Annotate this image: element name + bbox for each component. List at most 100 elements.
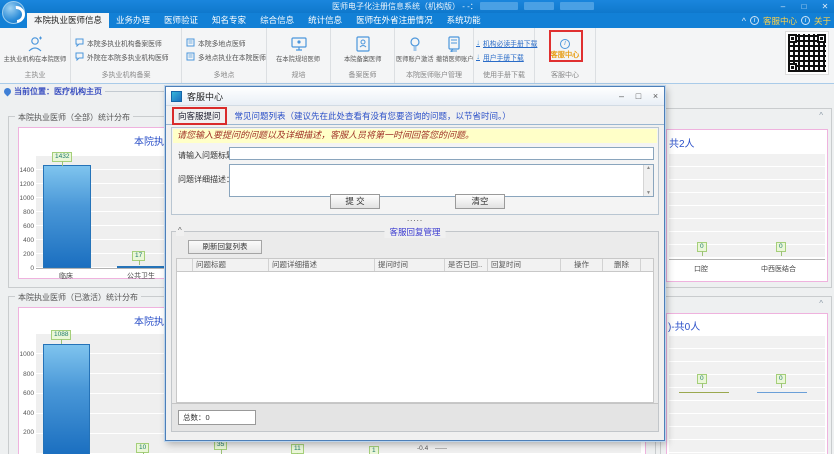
ribbon-group-label: 规培 [267,71,330,83]
ribbon-item-activate-account[interactable]: 医师账户激活 [395,28,435,71]
dialog-maximize-button[interactable]: □ [630,88,647,105]
axis-fragment [435,448,447,449]
question-desc-textarea[interactable]: ▲ ▼ [229,164,654,197]
menu-tab-verification[interactable]: 医师验证 [157,13,205,28]
menu-tab-statistics[interactable]: 统计信息 [301,13,349,28]
splitter-dots[interactable]: ..... [166,215,664,223]
service-center-link[interactable]: 客服中心 [763,15,797,27]
redacted-text-block [560,2,594,10]
value-label: 0 [697,242,707,252]
qr-code [785,31,829,75]
window-minimize-button[interactable]: – [774,0,792,13]
col-question-title: 问题标题 [193,259,269,271]
cloud-download-icon: ↓ [476,38,480,47]
ribbon-item-external-multi-practice[interactable]: 外院在本院多执业机构医师 [75,52,181,62]
dialog-icon [171,91,182,102]
value-label: 11 [291,444,304,454]
collapse-chevron-icon[interactable]: ^ [819,300,823,308]
ribbon-group-label: 主执业 [0,71,70,83]
scroll-up-icon[interactable]: ▲ [646,165,651,171]
breadcrumb: 当前位置：医疗机构主页 [4,86,165,97]
reply-footer: 总数：0 [172,403,658,431]
ribbon-group-account-management: 医师账户激活 撤销医师账户 本院医师账户管理 [395,28,474,83]
groupbox-legend: 本院执业医师（已激活）统计分布 [15,292,141,303]
chart-by-category: 共2人 0 0 口腔 中西医结合 [666,129,828,282]
submit-button[interactable]: 提 交 [330,194,380,209]
tab-faq-list[interactable]: 常见问题列表（建议先在此处查看有没有您要咨询的问题，以节省时间。） [235,110,511,122]
y-tick: 400 [19,410,34,417]
ribbon-group-multi-site: 本院多地点医师 多地点执业在本院医师 多地点 [182,28,267,83]
dialog-minimize-button[interactable]: – [613,88,630,105]
series-line-olive [679,392,729,393]
list-doc-icon [186,52,195,61]
y-tick: 1000 [19,351,34,358]
tab-ask-service[interactable]: 向客服提问 [172,107,227,125]
menu-tab-experts[interactable]: 知名专家 [205,13,253,28]
menu-tab-business[interactable]: 业务办理 [109,13,157,28]
col-answered: 是否已回.. [445,259,488,271]
value-label: 0 [697,374,707,384]
about-link[interactable]: 关于 [814,15,831,27]
y-tick: 800 [19,209,34,216]
ribbon-item-primary-practice-physicians[interactable]: 主执业机构在本院医师 [0,28,70,71]
ribbon-link-institution-manual[interactable]: ↓ 机构必读手册下载 [476,38,537,48]
y-tick: 600 [19,390,34,397]
collapse-chevron-icon[interactable]: ^ [176,226,184,236]
ribbon-group-label: 使用手册下载 [474,71,534,83]
redacted-text-block [480,2,518,10]
bar-public-health [117,266,165,268]
window-close-button[interactable]: ✕ [816,0,834,13]
menu-tab-system[interactable]: 系统功能 [440,13,488,28]
monitor-person-icon [290,36,308,52]
bulb-icon [408,36,422,52]
ribbon-group-label: 多地点 [182,71,266,83]
scroll-down-icon[interactable]: ▼ [646,190,651,196]
category-label: 公共卫生 [127,271,155,281]
y-tick-fragment: -0.4 [417,445,428,452]
clear-button[interactable]: 清空 [455,194,505,209]
window-title: 医师电子化注册信息系统（机构版） - -： [332,1,478,12]
ribbon-item-multi-site-in-hospital[interactable]: 多地点执业在本院医师 [186,52,266,62]
y-tick: 0 [19,265,34,272]
ribbon-group-label: 多执业机构备案 [71,71,181,83]
ribbon-collapse-icon[interactable]: ^ [742,16,746,26]
value-label: 0 [776,242,786,252]
ribbon-item-service-center[interactable]: i 客服中心 [535,28,595,71]
groupbox-right-top: ^ 共2人 0 0 口腔 中西医结合 [660,108,832,288]
dialog-close-button[interactable]: × [647,88,664,105]
ribbon-group-multi-practice-record: 本院多执业机构备案医师 外院在本院多执业机构医师 多执业机构备案 [71,28,182,83]
ribbon-link-user-manual[interactable]: ↓ 用户手册下载 [476,52,537,62]
dialog-tabs: 向客服提问 常见问题列表（建议先在此处查看有没有您要咨询的问题，以节省时间。） [166,107,664,125]
dialog-titlebar: 客服中心 – □ × [166,87,664,106]
question-title-input[interactable] [229,147,654,160]
dialog-title: 客服中心 [187,90,223,103]
reply-table-body [177,272,653,402]
ribbon-item-revoke-account[interactable]: 撤销医师账户 [435,28,475,71]
ribbon-group-primary-practice: 主执业机构在本院医师 主执业 [0,28,71,83]
ribbon-group-label: 客服中心 [535,71,595,83]
col-ask-time: 提问时间 [375,259,445,271]
bar-clinical [43,165,91,268]
refresh-reply-list-button[interactable]: 刷新回复列表 [188,240,262,254]
category-label: 临床 [59,271,73,281]
y-tick: 400 [19,237,34,244]
ribbon-item-own-multi-practice[interactable]: 本院多执业机构备案医师 [75,38,181,48]
reply-section-title: 客服回复管理 [384,226,445,238]
breadcrumb-text: 当前位置：医疗机构主页 [14,86,102,97]
menu-tab-other-province[interactable]: 医师在外省注册情况 [349,13,440,28]
ribbon-item-training-physicians[interactable]: 在本院规培医师 [267,28,330,71]
chat-bubble-icon [75,52,84,61]
menu-tab-bar: 本院执业医师信息 业务办理 医师验证 知名专家 综合信息 统计信息 医师在外省注… [0,13,834,28]
menu-tab-own-physicians[interactable]: 本院执业医师信息 [27,13,109,28]
menu-tab-info[interactable]: 综合信息 [253,13,301,28]
ribbon-toolbar: 主执业机构在本院医师 主执业 本院多执业机构备案医师 外院在本院多执业机构医师 … [0,28,834,84]
ribbon-group-manual-download: ↓ 机构必读手册下载 ↓ 用户手册下载 使用手册下载 [474,28,535,83]
ribbon-item-recorded-physicians[interactable]: 本院备案医师 [331,28,394,71]
category-label: 口腔 [694,264,708,274]
category-label: 中西医结合 [761,264,796,274]
collapse-chevron-icon[interactable]: ^ [819,112,823,120]
window-maximize-button[interactable]: □ [795,0,813,13]
textarea-scrollbar[interactable]: ▲ ▼ [643,165,653,196]
value-label: 35 [214,440,227,450]
ribbon-item-own-multi-site[interactable]: 本院多地点医师 [186,38,266,48]
